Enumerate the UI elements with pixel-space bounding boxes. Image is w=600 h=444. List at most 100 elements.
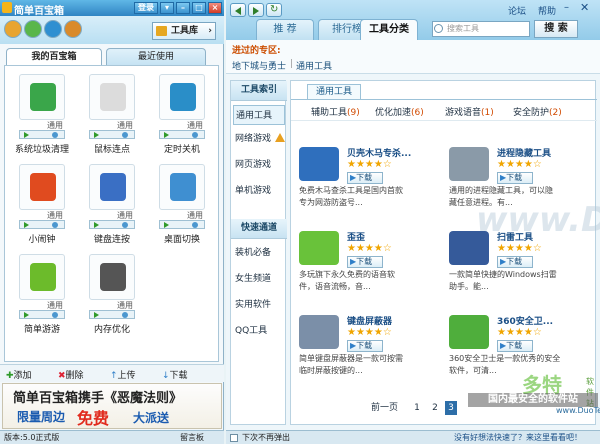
app-icon[interactable]: [19, 254, 65, 300]
search-input[interactable]: 搜索工具: [432, 21, 530, 37]
tool-title[interactable]: 键盘屏蔽器: [347, 314, 439, 327]
side-item-essentials[interactable]: 装机必备: [235, 243, 285, 263]
back-button[interactable]: [230, 3, 246, 17]
minimize-icon[interactable]: –: [176, 2, 190, 14]
tool-title[interactable]: 360安全卫...: [497, 314, 589, 327]
forward-button[interactable]: [248, 3, 264, 17]
tools-library-button[interactable]: 工具库 ›: [152, 22, 216, 40]
play-icon[interactable]: [24, 312, 29, 318]
download-button[interactable]: ↓下载: [162, 368, 188, 381]
app-icon[interactable]: [89, 254, 135, 300]
tool-title[interactable]: 进程隐藏工具: [497, 146, 589, 159]
app-item[interactable]: 通用 小闹钟: [7, 160, 77, 246]
prev-page-link[interactable]: 前一页: [371, 401, 398, 415]
upload-button[interactable]: ↑上传: [110, 368, 136, 381]
play-icon[interactable]: [24, 132, 29, 138]
subcategory-link[interactable]: 辅助工具(9): [311, 105, 360, 118]
side-item-single-games[interactable]: 单机游戏: [235, 181, 285, 201]
settings-icon[interactable]: [122, 222, 128, 228]
app-item[interactable]: 通用 桌面切换: [147, 160, 217, 246]
side-item-girls[interactable]: 女生频道: [235, 269, 285, 289]
settings-icon[interactable]: [52, 132, 58, 138]
refresh-button[interactable]: ↻: [266, 3, 282, 17]
tool-icon[interactable]: [299, 147, 339, 181]
tool-icon[interactable]: [299, 231, 339, 265]
app-item[interactable]: 通用 内存优化: [77, 250, 147, 336]
download-button[interactable]: ▶下载: [347, 256, 383, 268]
restore-icon[interactable]: □: [192, 2, 206, 14]
tool-card[interactable]: 歪歪 ★★★★☆ ▶下载 多玩旗下永久免费的语音软 件，语音流畅，音...: [295, 227, 443, 291]
delete-button[interactable]: ✖删除: [58, 368, 84, 381]
skin-icon[interactable]: ▾: [160, 2, 174, 14]
dont-show-checkbox[interactable]: [230, 434, 238, 442]
message-board-link[interactable]: 留言板: [180, 431, 204, 444]
shield-icon[interactable]: [24, 20, 42, 38]
tool-card[interactable]: 360安全卫... ★★★★☆ ▶下载 360安全卫士是一款优秀的安全 软件，可清...: [445, 311, 593, 375]
play-icon[interactable]: [94, 222, 99, 228]
login-button[interactable]: 登录: [134, 2, 158, 14]
tool-card[interactable]: 贝壳木马专杀... ★★★★☆ ▶下载 免费木马查杀工具是国内首款 专为网游防盗号...: [295, 143, 443, 207]
tool-card[interactable]: 键盘屏蔽器 ★★★★☆ ▶下载 简单键盘屏蔽器是一款可按需 临时屏蔽按键的...: [295, 311, 443, 375]
play-icon[interactable]: [24, 222, 29, 228]
tool-title[interactable]: 贝壳木马专杀...: [347, 146, 439, 159]
settings-icon[interactable]: [52, 222, 58, 228]
app-icon[interactable]: [159, 164, 205, 210]
play-icon[interactable]: [164, 132, 169, 138]
play-icon[interactable]: [94, 312, 99, 318]
app-item[interactable]: 通用 简单游游: [7, 250, 77, 336]
app-item[interactable]: 通用 键盘连按: [77, 160, 147, 246]
globe-icon[interactable]: [44, 20, 62, 38]
tool-card[interactable]: 进程隐藏工具 ★★★★☆ ▶下载 通用的进程隐藏工具，可以隐 藏任意进程。有...: [445, 143, 593, 207]
tab-categories[interactable]: 工具分类: [360, 19, 418, 40]
tab-recommend[interactable]: 推 荐: [256, 19, 314, 40]
download-button[interactable]: ▶下载: [497, 256, 533, 268]
subcategory-link[interactable]: 安全防护(2): [513, 105, 562, 118]
app-icon[interactable]: [159, 74, 205, 120]
close-icon[interactable]: ✕: [580, 1, 589, 14]
minimize-icon[interactable]: –: [564, 2, 569, 13]
tab-recent[interactable]: 最近使用: [106, 48, 206, 65]
suggestion-link[interactable]: 没有好想法快速了？来这里看看吧！: [454, 431, 582, 444]
visited-item-general[interactable]: 通用工具: [296, 59, 332, 72]
tool-icon[interactable]: [449, 315, 489, 349]
settings-icon[interactable]: [122, 312, 128, 318]
add-button[interactable]: ✚添加: [6, 368, 32, 381]
forum-link[interactable]: 论坛: [508, 4, 526, 17]
help-link[interactable]: 帮助: [538, 4, 556, 17]
settings-icon[interactable]: [192, 132, 198, 138]
side-item-utility[interactable]: 实用软件: [235, 295, 285, 315]
app-item[interactable]: 通用 定时关机: [147, 70, 217, 156]
music-icon[interactable]: [4, 20, 22, 38]
tool-icon[interactable]: [299, 315, 339, 349]
app-item[interactable]: 通用 系统垃圾清理: [7, 70, 77, 156]
tool-title[interactable]: 歪歪: [347, 230, 439, 243]
app-icon[interactable]: [19, 164, 65, 210]
settings-icon[interactable]: [122, 132, 128, 138]
page-3-current[interactable]: 3: [445, 401, 457, 415]
subcategory-link[interactable]: 游戏语音(1): [445, 105, 494, 118]
search-button[interactable]: 搜 索: [534, 20, 578, 38]
page-2[interactable]: 2: [429, 401, 441, 415]
download-button[interactable]: ▶下载: [497, 172, 533, 184]
subcategory-link[interactable]: 优化加速(6): [375, 105, 424, 118]
visited-item-dnf[interactable]: 地下城与勇士: [232, 59, 286, 72]
app-icon[interactable]: [19, 74, 65, 120]
settings-icon[interactable]: [52, 312, 58, 318]
page-1[interactable]: 1: [411, 401, 423, 415]
play-icon[interactable]: [164, 222, 169, 228]
download-button[interactable]: ▶下载: [347, 340, 383, 352]
content-tab-general[interactable]: 通用工具: [307, 84, 361, 99]
download-button[interactable]: ▶下载: [497, 340, 533, 352]
game-icon[interactable]: [64, 20, 82, 38]
close-icon[interactable]: ×: [208, 2, 222, 14]
download-button[interactable]: ▶下载: [347, 172, 383, 184]
promo-banner[interactable]: 简单百宝箱携手《恶魔法则》 限量周边 免费 大派送: [2, 383, 222, 429]
side-item-web-games[interactable]: 网页游戏: [235, 155, 285, 175]
app-icon[interactable]: [89, 164, 135, 210]
tool-icon[interactable]: [449, 147, 489, 181]
side-item-qq-tools[interactable]: QQ工具: [235, 321, 285, 341]
app-icon[interactable]: [89, 74, 135, 120]
side-item-general[interactable]: 通用工具: [233, 105, 285, 125]
settings-icon[interactable]: [192, 222, 198, 228]
tab-my-box[interactable]: 我的百宝箱: [6, 48, 102, 65]
